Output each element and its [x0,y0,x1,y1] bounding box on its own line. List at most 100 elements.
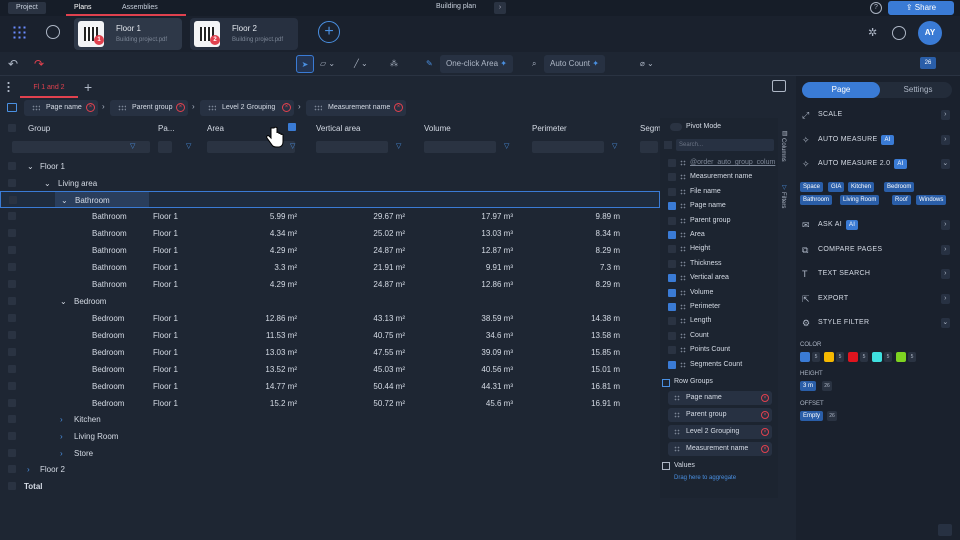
chevron-right-icon[interactable]: › [941,294,950,304]
expand-chevron-icon[interactable]: ⌄ [27,162,34,171]
drag-handle-icon[interactable] [680,188,686,195]
expand-chevron-icon[interactable]: ⌄ [44,179,51,188]
column-checkbox[interactable] [668,216,676,225]
drag-handle-icon[interactable] [118,105,126,111]
zoom-icon[interactable] [46,25,60,39]
drag-handle-icon[interactable] [680,347,686,354]
undo-icon[interactable]: ↶ [8,55,18,73]
drag-handle-icon[interactable] [680,246,686,253]
column-checkbox[interactable] [668,274,676,283]
auto-measure-tag[interactable]: GIA [828,182,845,192]
group-row-floor2[interactable]: › Floor 2 [0,461,660,478]
avatar[interactable]: AY [918,21,942,45]
column-toggle-item[interactable]: Count [664,329,776,343]
chevron-right-icon[interactable]: › [941,135,950,145]
row-checkbox[interactable] [8,465,16,473]
group-row-kitchen[interactable]: › Kitchen [0,411,660,428]
column-checkbox[interactable] [668,360,676,369]
filter-icon[interactable]: ▽ [612,142,620,150]
row-checkbox[interactable] [8,432,16,440]
drag-handle-icon[interactable] [680,260,686,267]
chevron-right-icon[interactable]: › [941,110,950,120]
column-checkbox[interactable] [668,245,676,254]
chevron-down-icon[interactable]: ⌄ [941,159,950,169]
column-header-segments[interactable]: Segm [640,124,661,133]
bug-icon[interactable]: ✲ [868,26,882,40]
column-header-group[interactable]: Group [28,124,50,133]
drag-handle-icon[interactable] [32,105,40,111]
column-toggle-item[interactable]: Page name [664,199,776,213]
column-checkbox[interactable] [668,173,676,182]
row-checkbox[interactable] [8,399,16,407]
column-toggle-item[interactable]: Perimeter [664,300,776,314]
remove-icon[interactable]: × [282,103,291,112]
column-checkbox[interactable] [668,303,676,311]
drag-handle-icon[interactable] [680,203,686,210]
filter-input-segments[interactable] [640,141,658,153]
auto-measure-2-section[interactable]: ✧ AUTO MEASURE 2.0 AI ⌄ [796,154,960,174]
remove-icon[interactable]: × [394,103,403,112]
drag-handle-icon[interactable] [680,232,686,238]
group-row-living-room[interactable]: › Living Room [0,428,660,445]
color-swatch[interactable] [848,352,858,362]
row-checkbox[interactable] [8,162,16,170]
column-checkbox[interactable] [668,346,676,355]
column-toggle-item[interactable]: Measurement name [664,170,776,184]
group-row-floor1[interactable]: ⌄ Floor 1 [0,158,660,175]
help-icon[interactable]: ? [870,2,882,14]
row-checkbox[interactable] [8,482,16,490]
row-checkbox[interactable] [8,415,16,423]
remove-icon[interactable]: × [86,103,95,112]
collapse-panel-icon[interactable] [938,524,952,536]
row-checkbox[interactable] [8,229,16,237]
row-checkbox[interactable] [9,196,17,204]
auto-measure-tag[interactable]: Windows [916,195,947,205]
expand-chevron-icon[interactable]: › [60,449,63,458]
column-toggle-item[interactable]: Height [664,242,776,256]
row-checkbox[interactable] [8,263,16,271]
chevron-right-icon[interactable]: › [941,269,950,279]
filter-input-perimeter[interactable] [532,141,604,153]
drag-handle-icon[interactable] [674,412,680,418]
color-swatch[interactable] [824,352,834,362]
drag-handle-icon[interactable] [680,361,686,368]
expand-chevron-icon[interactable]: › [27,465,30,474]
expand-chevron-icon[interactable]: ⌄ [60,297,67,306]
text-search-section[interactable]: T TEXT SEARCH › [796,264,960,284]
view-tab[interactable]: Fl 1 and 2 [20,78,78,98]
column-search-input[interactable]: Search... [676,139,774,151]
filter-input-page[interactable] [158,141,172,153]
select-tool-button[interactable]: ➤ [296,55,314,73]
drag-handle-icon[interactable] [680,289,686,296]
auto-measure-tag[interactable]: Kitchen [848,182,875,192]
offset-value-tag[interactable]: Empty [800,411,824,421]
row-checkbox[interactable] [8,348,16,356]
row-checkbox[interactable] [8,280,16,288]
auto-count-button[interactable]: Auto Count ✦ [544,55,605,73]
column-checkbox[interactable] [668,187,676,196]
scale-section[interactable]: ⤢ SCALE › [796,105,960,125]
row-checkbox[interactable] [8,212,16,220]
drag-handle-icon[interactable] [674,446,680,452]
table-row[interactable]: Bedroom Floor 1 13.52 m² 45.03 m² 40.56 m³ 15… [0,361,660,378]
column-checkbox[interactable] [668,159,676,167]
column-toggle-item[interactable]: Vertical area [664,271,776,285]
column-toggle-item[interactable]: Segments Count [664,358,776,372]
column-toggle-item[interactable]: Thickness [664,257,776,271]
auto-measure-tag[interactable]: Roof [892,195,911,205]
column-checkbox[interactable] [668,317,676,326]
polygon-tool-button[interactable]: ▱ ⌄ [320,55,335,73]
kebab-menu-icon[interactable] [7,81,10,93]
table-row[interactable]: Bedroom Floor 1 11.53 m² 40.75 m² 34.6 m³ 13.… [0,327,660,344]
drag-handle-icon[interactable] [314,105,322,111]
auto-measure-section[interactable]: ✧ AUTO MEASURE AI › [796,130,960,150]
table-row[interactable]: Bathroom Floor 1 4.29 m² 24.87 m² 12.86 m³ 8.… [0,276,660,293]
select-all-columns-checkbox[interactable] [664,141,672,149]
plan-tab-floor1[interactable]: 1 Floor 1 Building project.pdf [74,18,182,50]
column-header-perimeter[interactable]: Perimeter [532,124,567,133]
group-row-bedroom[interactable]: ⌄ Bedroom [0,293,660,310]
tab-project[interactable]: Project [8,2,46,14]
drag-handle-icon[interactable] [674,429,680,435]
column-toggle-item[interactable]: @order_auto_group_colum [664,156,776,170]
filter-icon[interactable]: ▽ [130,142,138,150]
